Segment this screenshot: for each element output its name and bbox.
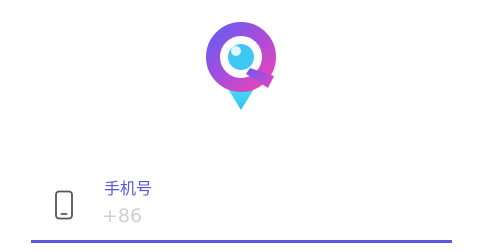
phone-number-label: 手机号 (104, 179, 153, 198)
phone-number-input[interactable] (102, 203, 432, 229)
app-logo-icon (206, 22, 276, 110)
input-underline (31, 240, 452, 243)
mobile-phone-icon (55, 190, 73, 220)
